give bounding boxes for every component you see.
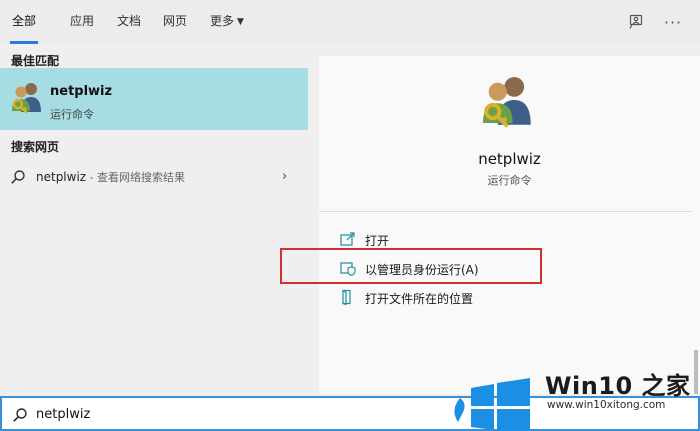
users-key-icon (12, 83, 41, 114)
open-file-location-label: 打开文件所在的位置 (365, 292, 474, 306)
chevron-down-icon: ▼ (237, 17, 244, 27)
chevron-right-icon[interactable]: › (282, 169, 287, 184)
best-match-header: 最佳匹配 (11, 54, 60, 68)
divider (319, 211, 693, 212)
highlight-annotation (280, 248, 542, 284)
tab-all[interactable]: 全部 (9, 0, 39, 44)
search-filter-bar: 全部 应用 文档 网页 更多 ▼ ··· (0, 0, 700, 44)
tab-more[interactable]: 更多 ▼ (210, 0, 244, 44)
app-title: netplwiz (478, 150, 541, 168)
search-icon (11, 170, 25, 184)
best-match-item[interactable] (0, 68, 308, 130)
web-search-header: 搜索网页 (11, 140, 60, 154)
open-file-location-action[interactable]: 打开文件所在的位置 (340, 287, 540, 309)
search-input[interactable] (36, 403, 416, 425)
web-search-text: netplwiz - 查看网络搜索结果 (36, 169, 185, 185)
users-key-icon (482, 76, 531, 128)
open-icon (340, 232, 355, 246)
more-icon[interactable]: ··· (663, 12, 683, 32)
web-search-result[interactable]: netplwiz - 查看网络搜索结果 › (0, 162, 308, 192)
best-match-subtitle: 运行命令 (50, 108, 94, 121)
search-icon (13, 408, 27, 422)
web-search-suffix: - 查看网络搜索结果 (86, 171, 186, 184)
watermark-brand: Win10 之家 (545, 372, 691, 400)
feedback-icon[interactable] (626, 12, 646, 32)
tab-web[interactable]: 网页 (163, 0, 187, 44)
open-action-label: 打开 (365, 234, 390, 248)
watermark-url: www.win10xitong.com (547, 399, 666, 411)
tab-more-label: 更多 (210, 14, 235, 28)
tab-apps[interactable]: 应用 (70, 0, 94, 44)
app-subtitle: 运行命令 (487, 174, 532, 187)
folder-location-icon (342, 289, 351, 305)
best-match-title: netplwiz (50, 84, 113, 99)
web-search-term: netplwiz (36, 170, 87, 184)
tab-documents[interactable]: 文档 (117, 0, 141, 44)
